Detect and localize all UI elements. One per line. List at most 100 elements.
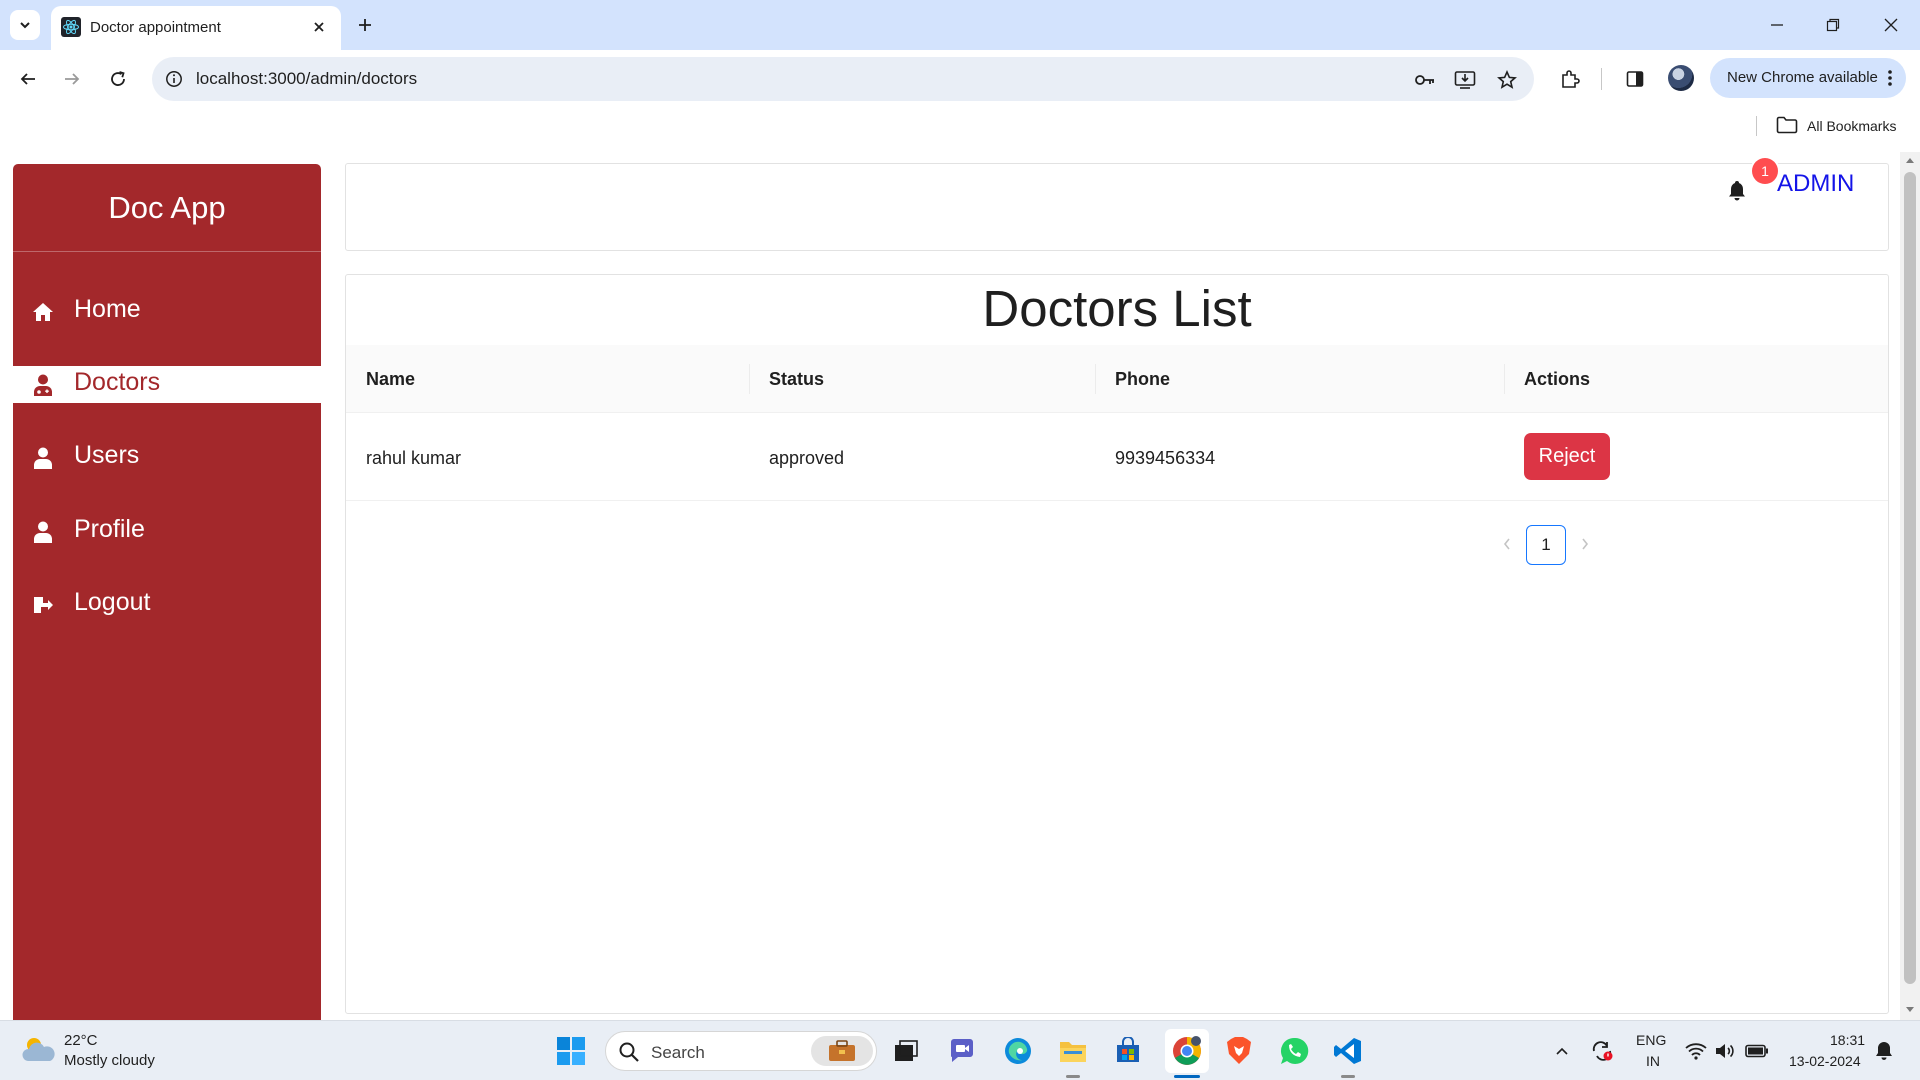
react-logo-icon [61,17,81,37]
scroll-up-arrow[interactable] [1904,154,1916,166]
sidebar-item-label: Users [74,441,140,469]
extensions-button[interactable] [1554,63,1586,95]
side-panel-button[interactable] [1619,63,1651,95]
sync-icon [1592,1041,1613,1061]
doctor-phone-cell: 9939456334 [1115,448,1216,468]
page-title: Doctors List [982,280,1252,337]
password-key-button[interactable] [1412,67,1438,93]
column-divider [1095,364,1096,394]
doctor-icon [31,373,55,397]
windows-logo-icon [557,1037,585,1065]
sidebar-item-label: Home [74,295,141,323]
forward-button[interactable] [56,63,88,95]
reject-button[interactable]: Reject [1524,433,1610,480]
sidebar-item-label: Logout [74,588,151,616]
url-text: localhost:3000/admin/doctors [196,69,418,88]
restore-button[interactable] [1816,10,1850,40]
address-bar[interactable]: localhost:3000/admin/doctors [152,57,1534,101]
site-info-button[interactable] [162,67,186,91]
teams-chat-button[interactable] [943,1032,981,1070]
folder-icon[interactable] [1775,114,1799,136]
cloudy-weather-icon[interactable] [20,1033,56,1065]
logout-icon [31,593,55,617]
side-panel-icon [1626,71,1644,87]
more-vertical-icon [1888,70,1892,86]
sync-status-button[interactable] [1586,1035,1618,1067]
notifications-button[interactable] [1717,172,1757,210]
pagination-page-1[interactable]: 1 [1526,525,1566,565]
vscode-button[interactable] [1329,1032,1367,1070]
task-view-icon [895,1040,918,1061]
notification-center-button[interactable] [1868,1035,1900,1067]
tab-title: Doctor appointment [90,19,221,36]
edge-browser-button[interactable] [999,1032,1037,1070]
doctors-list-panel: Doctors List Name Status Phone Actions r… [345,274,1889,1014]
column-divider [749,364,750,394]
input-language[interactable]: ENG [1636,1032,1666,1048]
close-window-button[interactable] [1874,10,1908,40]
chrome-button[interactable] [1168,1032,1206,1070]
column-header-status: Status [769,369,825,389]
whatsapp-button[interactable] [1275,1032,1313,1070]
table-header: Name Status Phone Actions [346,345,1888,413]
taskbar-search[interactable]: Search [605,1031,877,1071]
back-button[interactable] [12,63,44,95]
show-hidden-icons-button[interactable] [1546,1035,1578,1067]
wifi-status-button[interactable] [1680,1035,1712,1067]
sidebar-item-doctors[interactable]: Doctors [13,366,321,403]
battery-button[interactable] [1741,1035,1773,1067]
speaker-icon [1716,1044,1734,1058]
whatsapp-icon [1280,1037,1309,1064]
brave-browser-button[interactable] [1220,1032,1258,1070]
sidebar-item-users[interactable]: Users [13,439,321,476]
search-placeholder: Search [651,1043,705,1062]
sidebar-item-logout[interactable]: Logout [13,586,321,623]
more-menu-button[interactable] [1882,66,1898,90]
arrow-right-icon [65,73,80,85]
microsoft-store-button[interactable] [1109,1032,1147,1070]
brave-icon [1227,1037,1251,1064]
table-row: rahul kumar approved 9939456334 Reject [346,413,1888,501]
profile-avatar[interactable] [1668,65,1694,91]
volume-button[interactable] [1709,1035,1741,1067]
install-app-button[interactable] [1452,67,1478,93]
bell-icon [1729,181,1745,201]
tab-search-button[interactable] [10,10,40,40]
scroll-down-arrow[interactable] [1904,1004,1916,1016]
store-icon [1117,1037,1139,1062]
minimize-icon [1771,24,1783,26]
triangle-up-icon [1906,158,1914,163]
notification-badge: 1 [1752,158,1778,184]
task-view-button[interactable] [887,1032,925,1070]
folder-icon [1060,1042,1086,1062]
arrow-left-icon [20,73,35,85]
key-icon [1415,75,1434,85]
windows-taskbar: 22°C Mostly cloudy Search ENG IN 18:31 1… [0,1020,1920,1080]
bookmark-star-button[interactable] [1494,67,1520,93]
pagination-next-button[interactable] [1572,531,1598,557]
bell-icon [1876,1042,1892,1060]
chrome-update-button[interactable]: New Chrome available [1710,58,1906,98]
new-tab-button[interactable] [352,12,378,38]
admin-user-link[interactable]: ADMIN [1777,170,1854,198]
column-divider [1504,364,1505,394]
sidebar-item-label: Profile [74,515,145,543]
tab-close-button[interactable] [307,15,331,39]
sidebar-item-home[interactable]: Home [13,293,321,330]
browser-tab[interactable]: Doctor appointment [51,6,341,50]
chevron-down-icon [20,22,30,29]
bookmarks-bar: All Bookmarks [0,108,1920,142]
all-bookmarks-link[interactable]: All Bookmarks [1807,118,1896,134]
sidebar-item-profile[interactable]: Profile [13,513,321,550]
page-scrollbar[interactable] [1900,152,1920,1020]
clock-time[interactable]: 18:31 [1830,1032,1865,1048]
chat-icon [951,1039,973,1062]
browser-tab-strip: Doctor appointment [0,0,1920,50]
running-indicator [1341,1075,1355,1078]
minimize-button[interactable] [1760,10,1794,40]
start-button[interactable] [552,1032,590,1070]
reload-button[interactable] [102,63,134,95]
file-explorer-button[interactable] [1054,1032,1092,1070]
pagination-prev-button[interactable] [1494,531,1520,557]
scroll-thumb[interactable] [1904,172,1916,984]
